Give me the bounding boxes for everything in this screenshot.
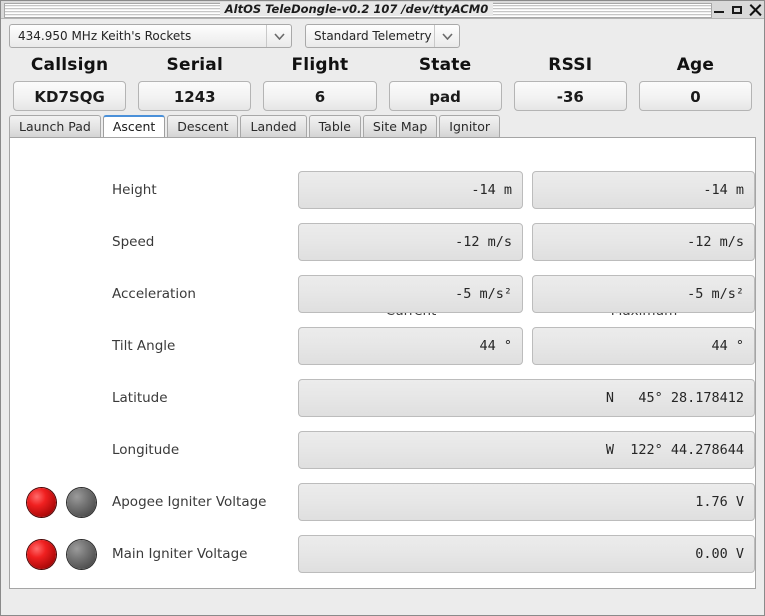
row-label: Speed — [112, 234, 154, 250]
window-title-text: AltOS TeleDongle-v0.2 107 /dev/ttyACM0 — [220, 2, 493, 16]
tab-ignitor[interactable]: Ignitor — [439, 115, 500, 137]
main-igniter-voltage-indicators — [27, 540, 96, 569]
status-header: Callsign Serial Flight State RSSI Age KD7SQG 1… — [1, 49, 764, 111]
row-label: Longitude — [112, 442, 179, 458]
longitude-field[interactable]: W 122° 44.278644 — [298, 431, 755, 469]
status-field-flight: 6 — [257, 81, 382, 111]
status-label-text: Flight — [263, 51, 376, 81]
tilt-angle-maximum-field[interactable]: 44 ° — [532, 327, 755, 365]
tab-launch-pad[interactable]: Launch Pad — [9, 115, 101, 137]
acceleration-maximum-field[interactable]: -5 m/s² — [532, 275, 755, 313]
status-label-rssi: RSSI — [508, 51, 633, 81]
main-igniter-voltage-field[interactable]: 0.00 V — [298, 535, 755, 573]
chevron-down-icon — [434, 25, 459, 47]
row-apogee-igniter-voltage: Apogee Igniter Voltage 1.76 V — [10, 476, 755, 528]
status-label-text: State — [389, 51, 502, 81]
status-field-callsign: KD7SQG — [7, 81, 132, 111]
row-label: Tilt Angle — [112, 338, 175, 354]
status-value-text[interactable]: KD7SQG — [13, 81, 126, 111]
speed-maximum-field[interactable]: -12 m/s — [532, 223, 755, 261]
status-label-text: Callsign — [13, 51, 126, 81]
acceleration-current-field[interactable]: -5 m/s² — [298, 275, 523, 313]
status-field-serial: 1243 — [132, 81, 257, 111]
status-field-state: pad — [383, 81, 508, 111]
height-current-field[interactable]: -14 m — [298, 171, 523, 209]
led-indicator-gray-icon — [67, 540, 96, 569]
tab-site-map[interactable]: Site Map — [363, 115, 437, 137]
apogee-igniter-voltage-indicators — [27, 488, 96, 517]
led-indicator-gray-icon — [67, 488, 96, 517]
status-label-state: State — [383, 51, 508, 81]
application-window: AltOS TeleDongle-v0.2 107 /dev/ttyACM0 4… — [0, 0, 765, 616]
status-header-labels: Callsign Serial Flight State RSSI Age — [7, 51, 758, 81]
speed-current-field[interactable]: -12 m/s — [298, 223, 523, 261]
tilt-angle-current-field[interactable]: 44 ° — [298, 327, 523, 365]
telemetry-format-select[interactable]: Standard Telemetry — [305, 24, 460, 48]
status-value-text[interactable]: pad — [389, 81, 502, 111]
toolbar: 434.950 MHz Keith's Rockets Standard Tel… — [1, 19, 764, 49]
led-indicator-red-icon — [27, 488, 56, 517]
status-label-text: Age — [639, 51, 752, 81]
row-label: Latitude — [112, 390, 168, 406]
tab-descent[interactable]: Descent — [167, 115, 238, 137]
window-title: AltOS TeleDongle-v0.2 107 /dev/ttyACM0 — [1, 1, 712, 18]
status-value-text[interactable]: 1243 — [138, 81, 251, 111]
tab-table[interactable]: Table — [309, 115, 361, 137]
status-value-text[interactable]: 6 — [263, 81, 376, 111]
ascent-panel: Current Maximum Height-14 m-14 mSpeed-12… — [9, 137, 756, 589]
chevron-down-icon — [266, 25, 291, 47]
row-speed: Speed -12 m/s-12 m/s — [10, 216, 755, 268]
row-height: Height -14 m-14 m — [10, 164, 755, 216]
row-acceleration: Acceleration -5 m/s²-5 m/s² — [10, 268, 755, 320]
status-header-values: KD7SQG 1243 6 pad -36 0 — [7, 81, 758, 111]
maximize-icon[interactable] — [731, 4, 743, 16]
row-longitude: Longitude W 122° 44.278644 — [10, 424, 755, 476]
row-main-igniter-voltage: Main Igniter Voltage 0.00 V — [10, 528, 755, 580]
status-label-callsign: Callsign — [7, 51, 132, 81]
row-tilt-angle: Tilt Angle 44 °44 ° — [10, 320, 755, 372]
frequency-select[interactable]: 434.950 MHz Keith's Rockets — [9, 24, 292, 48]
status-field-rssi: -36 — [508, 81, 633, 111]
status-field-age: 0 — [633, 81, 758, 111]
tab-bar: Launch PadAscentDescentLandedTableSite M… — [1, 111, 764, 137]
row-label: Main Igniter Voltage — [112, 546, 247, 562]
row-latitude: Latitude N 45° 28.178412 — [10, 372, 755, 424]
ascent-rows: Height -14 m-14 m Speed -12 m/s-12 m/s Accel… — [10, 164, 755, 580]
tab-ascent[interactable]: Ascent — [103, 115, 165, 137]
status-label-text: RSSI — [514, 51, 627, 81]
apogee-igniter-voltage-field[interactable]: 1.76 V — [298, 483, 755, 521]
status-label-text: Serial — [138, 51, 251, 81]
row-label: Acceleration — [112, 286, 196, 302]
latitude-field[interactable]: N 45° 28.178412 — [298, 379, 755, 417]
tab-landed[interactable]: Landed — [240, 115, 306, 137]
telemetry-format-value: Standard Telemetry — [306, 29, 434, 43]
status-label-serial: Serial — [132, 51, 257, 81]
height-maximum-field[interactable]: -14 m — [532, 171, 755, 209]
frequency-select-value: 434.950 MHz Keith's Rockets — [10, 29, 266, 43]
led-indicator-red-icon — [27, 540, 56, 569]
status-value-text[interactable]: 0 — [639, 81, 752, 111]
minimize-icon[interactable] — [713, 4, 725, 16]
row-label: Apogee Igniter Voltage — [112, 494, 266, 510]
status-label-flight: Flight — [257, 51, 382, 81]
title-bar: AltOS TeleDongle-v0.2 107 /dev/ttyACM0 — [1, 1, 764, 19]
close-icon[interactable] — [749, 4, 761, 16]
window-controls — [713, 1, 761, 18]
row-label: Height — [112, 182, 157, 198]
status-label-age: Age — [633, 51, 758, 81]
status-value-text[interactable]: -36 — [514, 81, 627, 111]
